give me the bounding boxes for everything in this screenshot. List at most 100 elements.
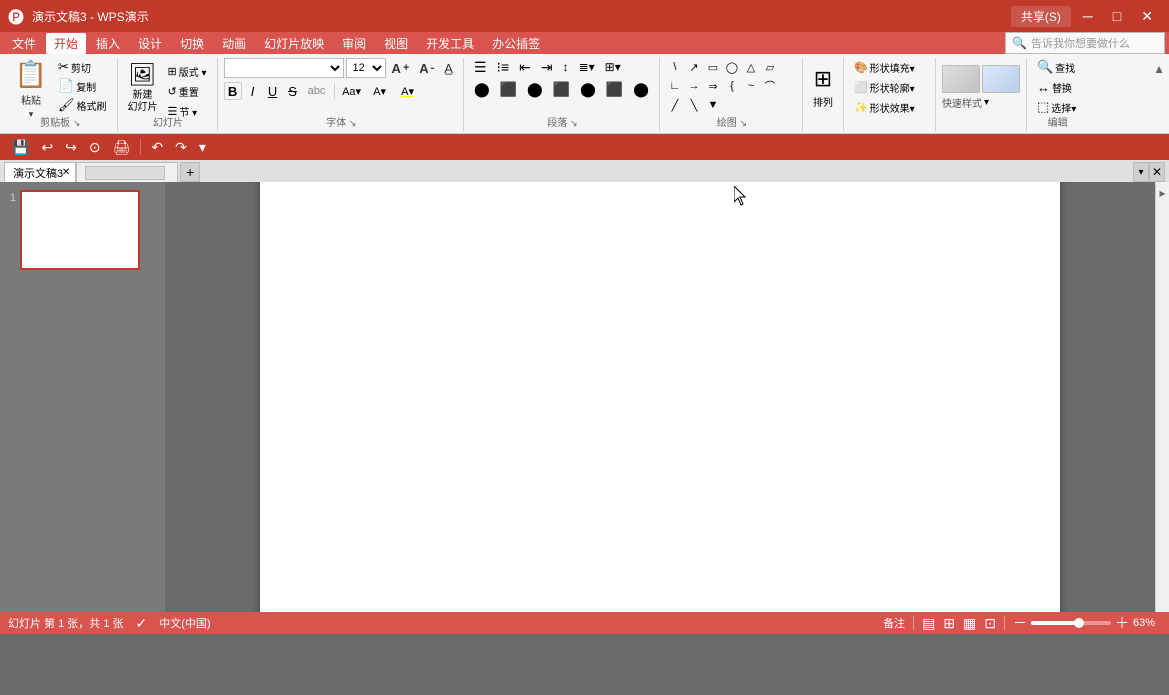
font-family-select[interactable]: [224, 58, 344, 78]
menu-item-review[interactable]: 审阅: [334, 33, 374, 54]
quickstyle-dropdown-icon[interactable]: ▾: [984, 97, 989, 108]
shape-brace-btn[interactable]: {: [723, 77, 741, 95]
print-qa-button[interactable]: 🖨: [109, 137, 135, 158]
shape-effect-button[interactable]: ✨ 形状效果▾: [850, 98, 919, 116]
text-direction-button[interactable]: ⬤: [576, 80, 600, 98]
menu-item-transitions[interactable]: 切换: [172, 33, 212, 54]
font-expand-icon[interactable]: ↘: [349, 118, 357, 128]
format-painter-button[interactable]: 🖌 格式刷: [54, 96, 111, 114]
menu-item-view[interactable]: 视图: [376, 33, 416, 54]
new-tab-button[interactable]: +: [180, 162, 200, 182]
drawing-expand-icon[interactable]: ↘: [740, 118, 748, 128]
paragraph-expand-icon[interactable]: ↘: [570, 118, 578, 128]
columns-button[interactable]: ⊞▾: [601, 58, 625, 76]
shape-arrow-btn[interactable]: ↗: [685, 58, 703, 76]
undo-qa-button[interactable]: ↩: [37, 137, 57, 158]
slide-1-thumbnail[interactable]: [20, 190, 140, 270]
shape-arc-btn[interactable]: ⌒: [761, 77, 779, 95]
highlight-color-button[interactable]: A▾: [395, 82, 421, 100]
numbered-list-button[interactable]: ⁝≡: [493, 58, 514, 76]
decrease-font-button[interactable]: A-: [415, 59, 438, 77]
screenshot-qa-button[interactable]: ⊙: [85, 137, 105, 158]
share-button[interactable]: 共享(S): [1011, 6, 1071, 27]
strikethrough-button[interactable]: S: [284, 82, 302, 100]
justify-button[interactable]: ⬛: [549, 80, 574, 98]
ribbon-collapse-button[interactable]: ▲: [1153, 62, 1165, 76]
smart-art-button[interactable]: ⬤: [629, 80, 653, 98]
save-qa-button[interactable]: 💾: [8, 137, 33, 158]
right-collapse-button[interactable]: ▸: [1159, 186, 1165, 200]
shape-rect-btn[interactable]: ▭: [704, 58, 722, 76]
shape-diag2-btn[interactable]: ╲: [685, 96, 703, 114]
menu-item-animations[interactable]: 动画: [214, 33, 254, 54]
replace-button[interactable]: ↔ 替换: [1033, 78, 1080, 96]
reading-view-button[interactable]: ▦: [963, 615, 976, 632]
line-spacing-button[interactable]: ↕: [559, 58, 573, 76]
menu-item-insert[interactable]: 插入: [88, 33, 128, 54]
menu-item-design[interactable]: 设计: [130, 33, 170, 54]
search-box[interactable]: 🔍 告诉我你想要做什么: [1005, 32, 1165, 54]
font-color-dropdown[interactable]: A▾: [367, 82, 393, 100]
bold-button[interactable]: B: [224, 82, 242, 100]
find-button[interactable]: 🔍 查找: [1033, 58, 1080, 76]
increase-font-button[interactable]: A+: [388, 59, 414, 77]
layout-button[interactable]: ⊞ 版式 ▾: [164, 62, 211, 80]
cut-button[interactable]: ✂ 剪切: [54, 58, 111, 76]
align-left-button[interactable]: ⬤: [470, 80, 494, 98]
zoom-in-button[interactable]: ＋: [1115, 613, 1129, 633]
undo2-qa-button[interactable]: ↶: [147, 137, 167, 158]
menu-item-developer[interactable]: 开发工具: [418, 33, 482, 54]
shape-arrow3-btn[interactable]: ⇒: [704, 77, 722, 95]
menu-item-file[interactable]: 文件: [4, 33, 44, 54]
clipboard-expand-icon[interactable]: ↘: [73, 118, 81, 128]
bullet-list-button[interactable]: ☰: [470, 58, 491, 76]
underline-button[interactable]: U: [264, 82, 282, 100]
document-tab-1[interactable]: 演示文稿3 ✕: [4, 162, 76, 182]
tab-close-all-button[interactable]: ✕: [1149, 162, 1165, 182]
quick-style-2[interactable]: [982, 65, 1020, 93]
shape-bend-btn[interactable]: ∟: [666, 77, 684, 95]
shape-para-btn[interactable]: ▱: [761, 58, 779, 76]
reset-button[interactable]: ↺ 重置: [164, 82, 211, 100]
maximize-button[interactable]: □: [1105, 6, 1129, 26]
new-slide-button[interactable]: 🖼 新建幻灯片: [124, 60, 162, 116]
menu-item-office[interactable]: 办公插签: [484, 33, 548, 54]
font-size-select[interactable]: 12: [346, 58, 386, 78]
slide-canvas[interactable]: [260, 182, 1060, 612]
redo-qa-button[interactable]: ↪: [61, 137, 81, 158]
increase-indent-button[interactable]: ⇥: [537, 58, 557, 76]
redo2-qa-button[interactable]: ↷: [171, 137, 191, 158]
zoom-slider[interactable]: [1031, 621, 1111, 625]
close-button[interactable]: ✕: [1133, 6, 1161, 27]
menu-item-slideshow[interactable]: 幻灯片放映: [256, 33, 332, 54]
zoom-out-button[interactable]: －: [1013, 613, 1027, 633]
clear-format-button[interactable]: A̲: [440, 59, 457, 77]
shape-outline-button[interactable]: ⬜ 形状轮廓▾: [850, 78, 919, 96]
text-shadow-button[interactable]: abc: [304, 82, 330, 100]
char-spacing-button[interactable]: Aa▾: [339, 82, 365, 100]
shape-arrow2-btn[interactable]: →: [685, 77, 703, 95]
presentation-view-button[interactable]: ⊡: [984, 615, 996, 632]
doc-tab-close-1[interactable]: ✕: [59, 165, 73, 179]
quick-style-1[interactable]: [942, 65, 980, 93]
minimize-button[interactable]: ─: [1075, 6, 1101, 26]
document-tab-2[interactable]: [76, 162, 178, 182]
slide-sorter-button[interactable]: ⊞: [943, 615, 955, 632]
shape-circle-btn[interactable]: ◯: [723, 58, 741, 76]
paste-button[interactable]: 📋 粘贴 ▾: [8, 58, 54, 120]
shape-curve-btn[interactable]: ~: [742, 77, 760, 95]
shape-more-btn[interactable]: ▼: [704, 96, 722, 114]
align-center-button[interactable]: ⬛: [496, 80, 521, 98]
normal-view-button[interactable]: ▤: [922, 615, 935, 632]
bullet-style-button[interactable]: ≣▾: [575, 58, 599, 76]
italic-button[interactable]: I: [244, 82, 262, 100]
align-text-button[interactable]: ⬛: [602, 80, 627, 98]
shape-diag1-btn[interactable]: ╱: [666, 96, 684, 114]
edit-area[interactable]: [165, 182, 1155, 612]
copy-button[interactable]: 📄 复制: [54, 77, 111, 95]
shape-fill-button[interactable]: 🎨 形状填充▾: [850, 58, 919, 76]
arrange-button[interactable]: ⊞ 排列: [809, 59, 837, 115]
shape-line-btn[interactable]: \: [666, 58, 684, 76]
tab-scroll-button[interactable]: ▾: [1133, 162, 1149, 182]
align-right-button[interactable]: ⬤: [523, 80, 547, 98]
